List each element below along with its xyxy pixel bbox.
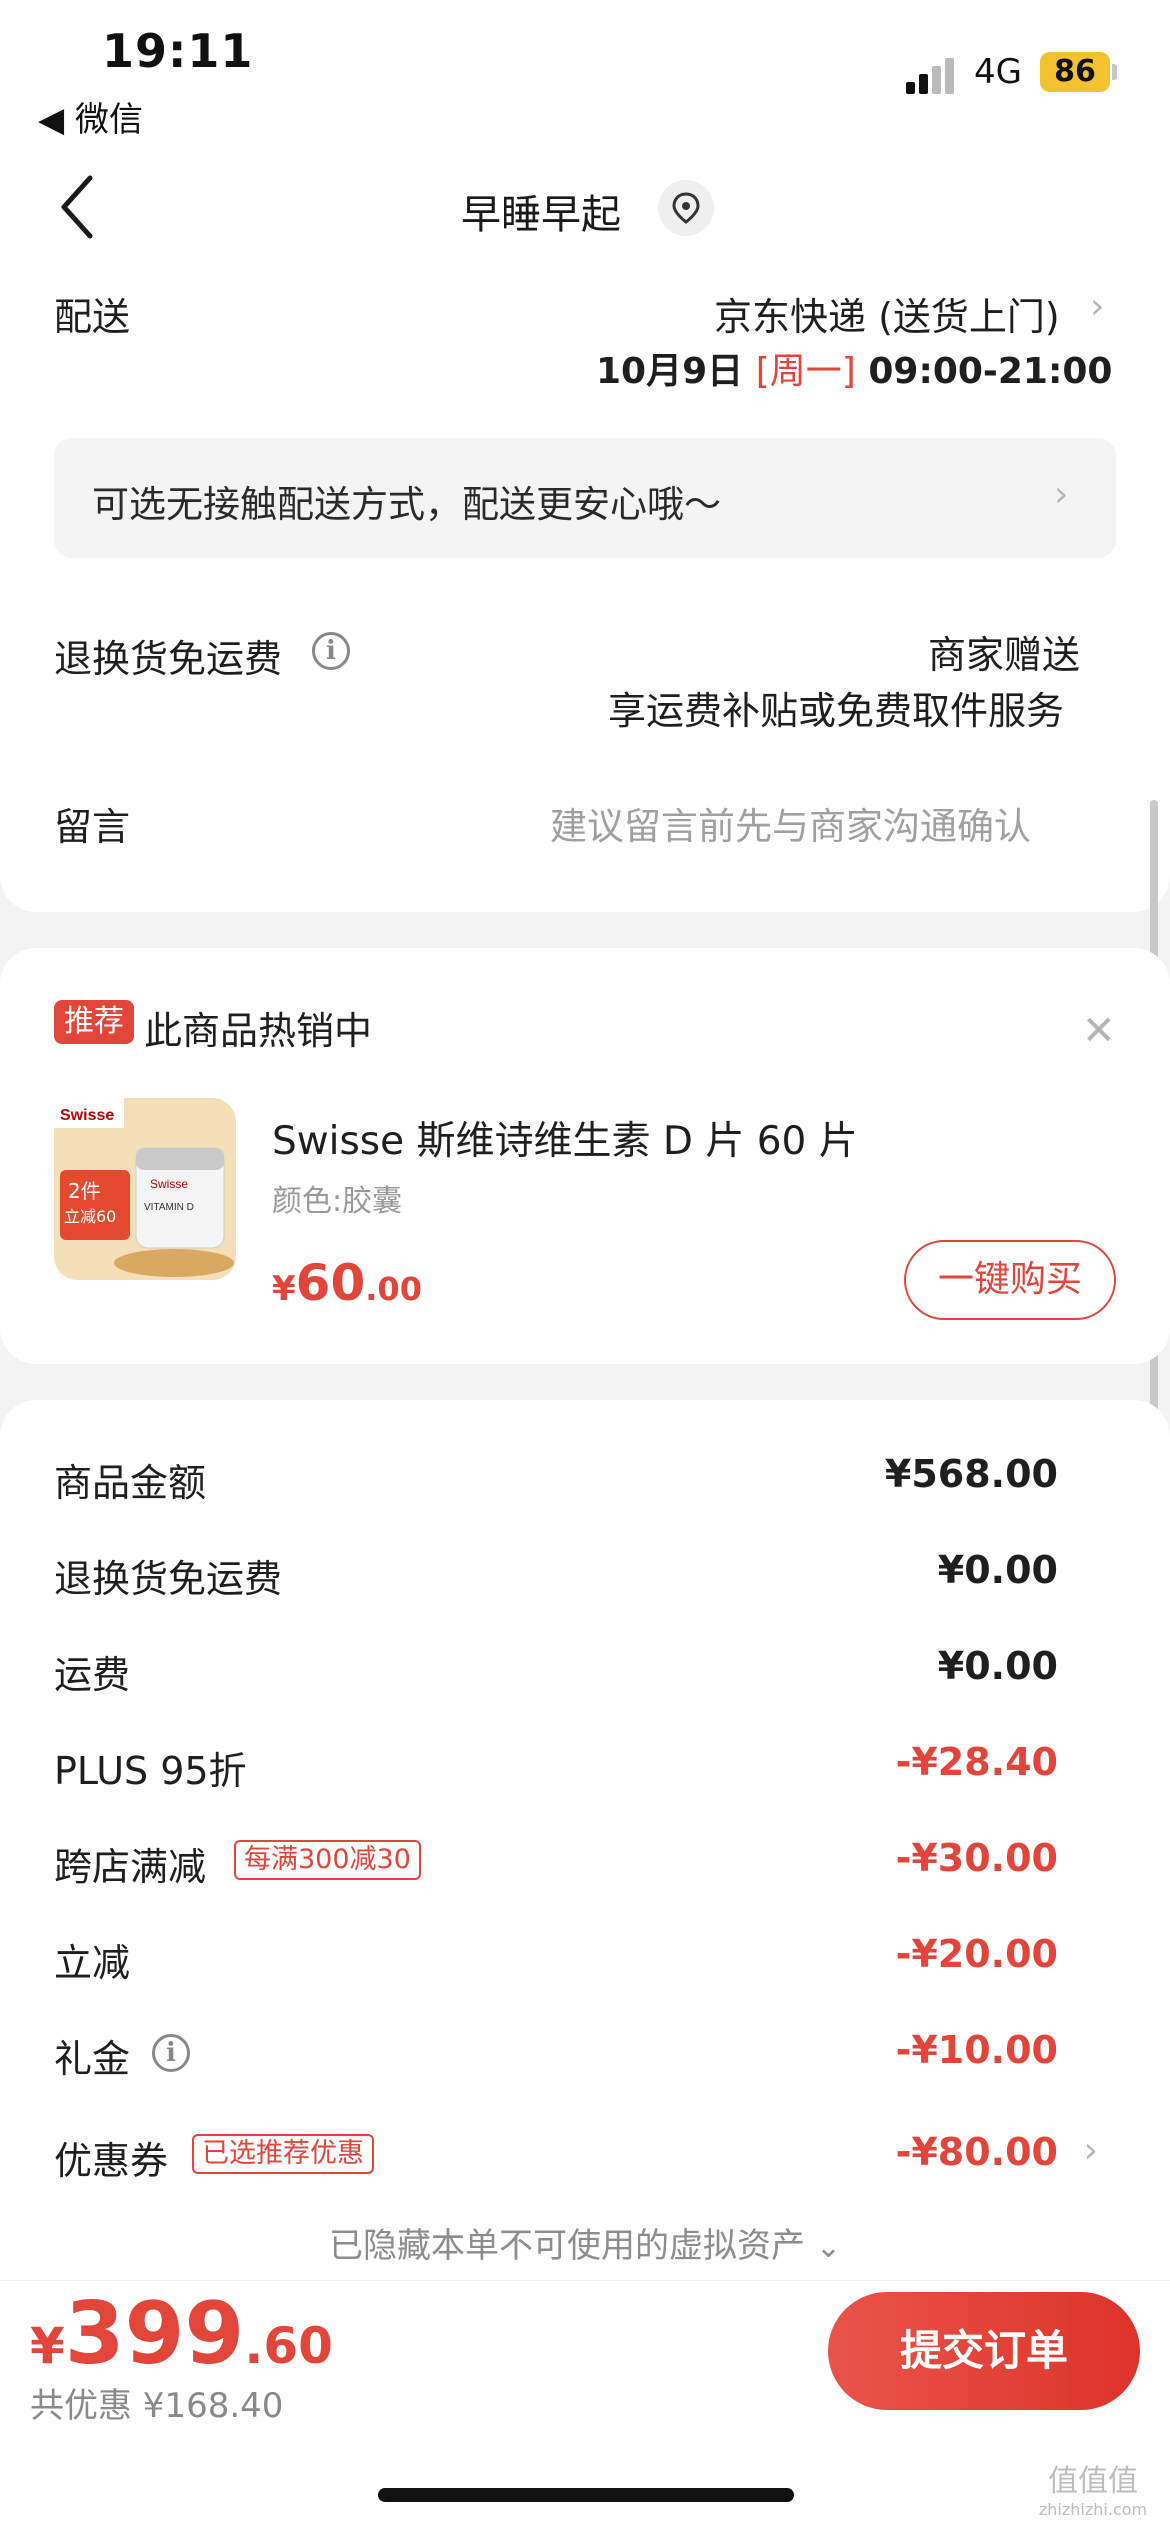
delivery-weekday: [周一] (755, 351, 856, 392)
chevron-right-icon[interactable]: › (1054, 474, 1068, 515)
back-to-wechat[interactable]: ◀ 微信 (38, 92, 143, 141)
battery-icon: 86 (1040, 52, 1110, 92)
thumb-badge-line1: 2件 (68, 1179, 101, 1203)
thumb-brand: Swisse (60, 1107, 114, 1124)
return-shipping-value: 商家赠送 (928, 633, 1081, 677)
product-name[interactable]: Swisse 斯维诗维生素 D 片 60 片 (272, 1110, 858, 1166)
message-label: 留言 (54, 805, 131, 849)
signal-icon (906, 58, 958, 94)
product-thumbnail[interactable]: Swisse 2件 立减60 Swisse VITAMIN D (54, 1098, 236, 1280)
total-dec: .60 (244, 2317, 333, 2375)
hidden-assets-text: 已隐藏本单不可使用的虚拟资产 (329, 2226, 806, 2266)
delivery-time-range: 09:00-21:00 (868, 351, 1113, 392)
recommend-tag: 推荐 (54, 1000, 134, 1044)
amount-row: 退换货免运费 ¥0.00 (54, 1542, 1058, 1602)
price-int: 60 (295, 1254, 366, 1312)
amount-label: 立减 (54, 1941, 131, 1985)
recommend-title: 此商品热销中 (144, 1009, 373, 1053)
home-indicator[interactable] (378, 2488, 794, 2502)
price-symbol: ¥ (272, 1269, 296, 1309)
amount-value: -¥10.00 (895, 2028, 1058, 2072)
amount-value: ¥568.00 (884, 1452, 1058, 1496)
price-dec: .00 (365, 1270, 422, 1308)
amount-label: 运费 (54, 1653, 131, 1697)
delivery-method[interactable]: 京东快递 (送货上门) (714, 286, 1060, 341)
amount-value: -¥30.00 (895, 1836, 1058, 1880)
page-title: 早睡早起 (461, 192, 621, 238)
location-pin-icon[interactable] (658, 180, 714, 236)
amount-row[interactable]: 优惠券 已选推荐优惠 -¥80.00 › (54, 2124, 1098, 2184)
product-spec: 颜色:胶囊 (272, 1184, 403, 1219)
submit-order-button[interactable]: 提交订单 (828, 2292, 1140, 2410)
total-savings: 共优惠 ¥168.40 (30, 2386, 284, 2426)
amount-row: 礼金 i -¥10.00 (54, 2022, 1058, 2082)
hidden-assets-note[interactable]: 已隐藏本单不可使用的虚拟资产 ⌄ (0, 2218, 1170, 2267)
amount-value: ¥0.00 (937, 1548, 1058, 1592)
delivery-time: 10月9日 [周一] 09:00-21:00 (596, 342, 1112, 394)
battery-tip (1112, 64, 1117, 80)
delivery-date: 10月9日 (596, 351, 744, 392)
delivery-label: 配送 (54, 295, 131, 339)
total-int: 399 (64, 2284, 245, 2384)
amount-value: -¥28.40 (895, 1740, 1058, 1784)
amount-label: 跨店满减 (54, 1845, 207, 1889)
watermark-url: zhizhizhi.com (1038, 2500, 1148, 2519)
return-shipping-desc: 享运费补贴或免费取件服务 (608, 689, 1065, 733)
network-type: 4G (974, 52, 1022, 92)
amount-value: -¥20.00 (895, 1932, 1058, 1976)
amount-row: 运费 ¥0.00 (54, 1638, 1058, 1698)
amount-label: 优惠券 (54, 2139, 169, 2183)
promo-tag: 每满300减30 (234, 1840, 421, 1880)
amount-label: 商品金额 (54, 1461, 207, 1505)
one-click-buy-button[interactable]: 一键购买 (904, 1240, 1116, 1320)
amount-label: 退换货免运费 (54, 1557, 283, 1601)
info-icon[interactable]: i (152, 2034, 190, 2072)
amount-label: 礼金 (54, 2037, 131, 2081)
watermark: 值值值 zhizhizhi.com (1018, 2456, 1168, 2519)
product-price: ¥60.00 (272, 1254, 422, 1312)
amount-value: -¥80.00 (895, 2130, 1058, 2174)
contactless-tip-text: 可选无接触配送方式，配送更安心哦～ (92, 483, 721, 526)
thumb-bottle-label: VITAMIN D (144, 1202, 194, 1213)
watermark-text: 值值值 (1048, 2464, 1138, 2499)
amount-label: PLUS 95折 (54, 1749, 247, 1793)
order-total: ¥399.60 (30, 2284, 333, 2384)
chevron-down-icon: ⌄ (815, 2230, 841, 2265)
return-shipping-label: 退换货免运费 (54, 637, 283, 681)
amount-row: 立减 -¥20.00 (54, 1926, 1058, 1986)
amount-row: 跨店满减 每满300减30 -¥30.00 (54, 1830, 1058, 1890)
amount-row: PLUS 95折 -¥28.40 (54, 1734, 1058, 1794)
total-symbol: ¥ (30, 2317, 65, 2375)
thumb-bottle-brand: Swisse (150, 1177, 188, 1191)
amount-row: 商品金额 ¥568.00 (54, 1446, 1058, 1506)
chevron-right-icon[interactable]: › (1084, 2130, 1098, 2171)
message-input[interactable]: 建议留言前先与商家沟通确认 (550, 796, 1031, 850)
info-icon[interactable]: i (312, 632, 350, 670)
status-time: 19:11 (102, 24, 254, 78)
thumb-badge-line2: 立减60 (64, 1207, 116, 1226)
amount-value: ¥0.00 (937, 1644, 1058, 1688)
promo-tag: 已选推荐优惠 (192, 2134, 374, 2174)
close-icon[interactable]: ✕ (1082, 1008, 1116, 1054)
chevron-right-icon[interactable]: › (1090, 286, 1104, 327)
